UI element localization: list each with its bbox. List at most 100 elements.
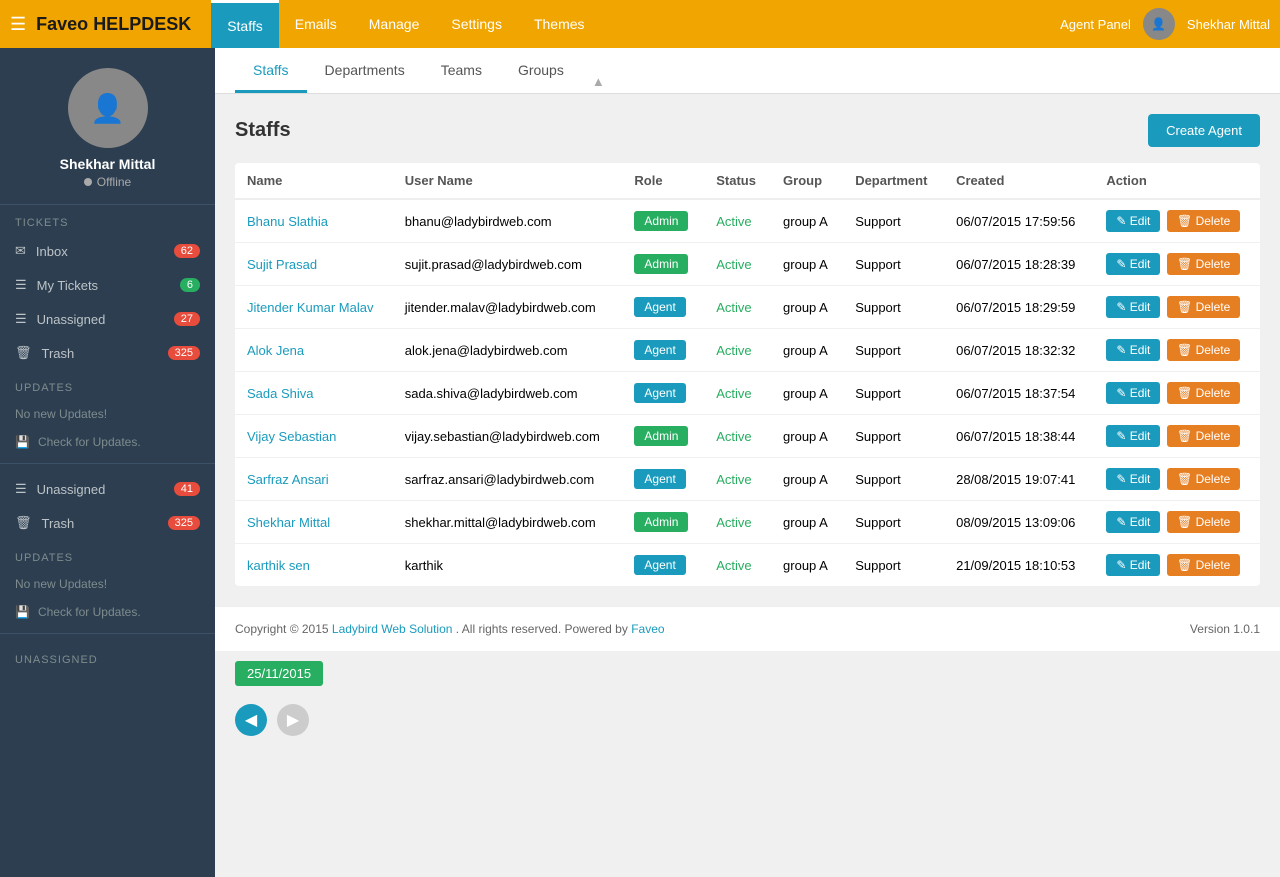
nav-settings[interactable]: Settings [435,0,518,48]
delete-button-4[interactable]: 🗑 Delete [1167,382,1240,404]
cell-role-8: Agent [622,544,704,587]
sidebar-item-trash-2[interactable]: 🗑 Trash 325 [0,506,215,540]
check-updates-label: Check for Updates. [38,435,141,449]
trash2-badge: 325 [168,516,200,530]
staff-name-link-0[interactable]: Bhanu Slathia [247,214,328,229]
main-content: Staffs Departments Teams Groups ▲ Staffs… [215,48,1280,877]
cell-username-2: jitender.malav@ladybirdweb.com [393,286,623,329]
delete-button-0[interactable]: 🗑 Delete [1167,210,1240,232]
footer-left: Copyright © 2015 Ladybird Web Solution .… [235,622,665,636]
status-label-6: Active [716,472,751,487]
bottom-prev-button[interactable]: ◀ [235,704,267,736]
sidebar-item-my-tickets[interactable]: ☰ My Tickets 6 [0,268,215,302]
cell-created-2: 06/07/2015 18:29:59 [944,286,1094,329]
sidebar-item-inbox[interactable]: ✉ Inbox 62 [0,234,215,268]
user-name-label: Shekhar Mittal [1187,17,1270,32]
tab-groups[interactable]: Groups [500,48,582,93]
edit-button-8[interactable]: ✎ Edit [1106,554,1160,576]
cell-created-1: 06/07/2015 18:28:39 [944,243,1094,286]
col-department: Department [843,163,944,199]
sidebar-username: Shekhar Mittal [60,156,156,172]
table-row: Shekhar Mittal shekhar.mittal@ladybirdwe… [235,501,1260,544]
nav-staffs[interactable]: Staffs [211,0,279,48]
delete-button-7[interactable]: 🗑 Delete [1167,511,1240,533]
delete-button-2[interactable]: 🗑 Delete [1167,296,1240,318]
edit-button-1[interactable]: ✎ Edit [1106,253,1160,275]
unassigned2-icon: ☰ [15,481,27,497]
status-label-5: Active [716,429,751,444]
trash-label: Trash [42,346,75,361]
staff-name-link-8[interactable]: karthik sen [247,558,310,573]
footer-faveo-link[interactable]: Faveo [631,622,664,636]
agent-panel-link[interactable]: Agent Panel [1060,17,1131,32]
delete-button-6[interactable]: 🗑 Delete [1167,468,1240,490]
tabs-bar: Staffs Departments Teams Groups ▲ [215,48,1280,94]
tab-departments[interactable]: Departments [307,48,423,93]
cell-created-6: 28/08/2015 19:07:41 [944,458,1094,501]
tab-staffs[interactable]: Staffs [235,48,307,93]
cell-status-2: Active [704,286,771,329]
sidebar-item-unassigned[interactable]: ☰ Unassigned 27 [0,302,215,336]
sidebar-check-updates[interactable]: 💾 Check for Updates. [0,429,215,455]
table-body: Bhanu Slathia bhanu@ladybirdweb.com Admi… [235,199,1260,586]
create-agent-button[interactable]: Create Agent [1148,114,1260,147]
staff-name-link-6[interactable]: Sarfraz Ansari [247,472,329,487]
cell-department-0: Support [843,199,944,243]
cell-group-4: group A [771,372,843,415]
staff-name-link-2[interactable]: Jitender Kumar Malav [247,300,373,315]
cell-group-7: group A [771,501,843,544]
cell-role-4: Agent [622,372,704,415]
role-badge-7: Admin [634,512,688,532]
sidebar-no-updates: No new Updates! [0,399,215,429]
tab-scroll-up-icon[interactable]: ▲ [582,70,615,93]
footer-rights: . All rights reserved. Powered by [456,622,628,636]
tab-teams[interactable]: Teams [423,48,500,93]
trash-icon: 🗑 [15,345,32,361]
cell-name-6: Sarfraz Ansari [235,458,393,501]
unassigned2-label: Unassigned [37,482,106,497]
edit-button-5[interactable]: ✎ Edit [1106,425,1160,447]
sidebar-item-trash[interactable]: 🗑 Trash 325 [0,336,215,370]
menu-icon[interactable]: ☰ [10,14,26,35]
cell-status-0: Active [704,199,771,243]
cell-department-8: Support [843,544,944,587]
cell-username-7: shekhar.mittal@ladybirdweb.com [393,501,623,544]
role-badge-2: Agent [634,297,685,317]
bottom-next-button[interactable]: ▶ [277,704,309,736]
cell-username-4: sada.shiva@ladybirdweb.com [393,372,623,415]
table-row: karthik sen karthik Agent Active group A… [235,544,1260,587]
date-badge: 25/11/2015 [235,661,323,686]
sidebar-item-unassigned-2[interactable]: ☰ Unassigned 41 [0,472,215,506]
delete-button-1[interactable]: 🗑 Delete [1167,253,1240,275]
table-row: Sarfraz Ansari sarfraz.ansari@ladybirdwe… [235,458,1260,501]
delete-button-5[interactable]: 🗑 Delete [1167,425,1240,447]
col-role: Role [622,163,704,199]
edit-button-4[interactable]: ✎ Edit [1106,382,1160,404]
cell-username-3: alok.jena@ladybirdweb.com [393,329,623,372]
staff-name-link-3[interactable]: Alok Jena [247,343,304,358]
cell-role-3: Agent [622,329,704,372]
edit-button-3[interactable]: ✎ Edit [1106,339,1160,361]
edit-button-6[interactable]: ✎ Edit [1106,468,1160,490]
staff-name-link-1[interactable]: Sujit Prasad [247,257,317,272]
delete-button-3[interactable]: 🗑 Delete [1167,339,1240,361]
cell-status-3: Active [704,329,771,372]
nav-themes[interactable]: Themes [518,0,601,48]
staff-name-link-7[interactable]: Shekhar Mittal [247,515,330,530]
delete-button-8[interactable]: 🗑 Delete [1167,554,1240,576]
col-username: User Name [393,163,623,199]
cell-role-1: Admin [622,243,704,286]
edit-button-0[interactable]: ✎ Edit [1106,210,1160,232]
nav-manage[interactable]: Manage [353,0,436,48]
unassigned2-badge: 41 [174,482,200,496]
edit-button-7[interactable]: ✎ Edit [1106,511,1160,533]
staff-name-link-4[interactable]: Sada Shiva [247,386,314,401]
cell-action-8: ✎ Edit 🗑 Delete [1094,544,1260,587]
status-label-3: Active [716,343,751,358]
col-action: Action [1094,163,1260,199]
sidebar-check-updates-2[interactable]: 💾 Check for Updates. [0,599,215,625]
nav-emails[interactable]: Emails [279,0,353,48]
footer-company-link[interactable]: Ladybird Web Solution [332,622,453,636]
staff-name-link-5[interactable]: Vijay Sebastian [247,429,336,444]
edit-button-2[interactable]: ✎ Edit [1106,296,1160,318]
